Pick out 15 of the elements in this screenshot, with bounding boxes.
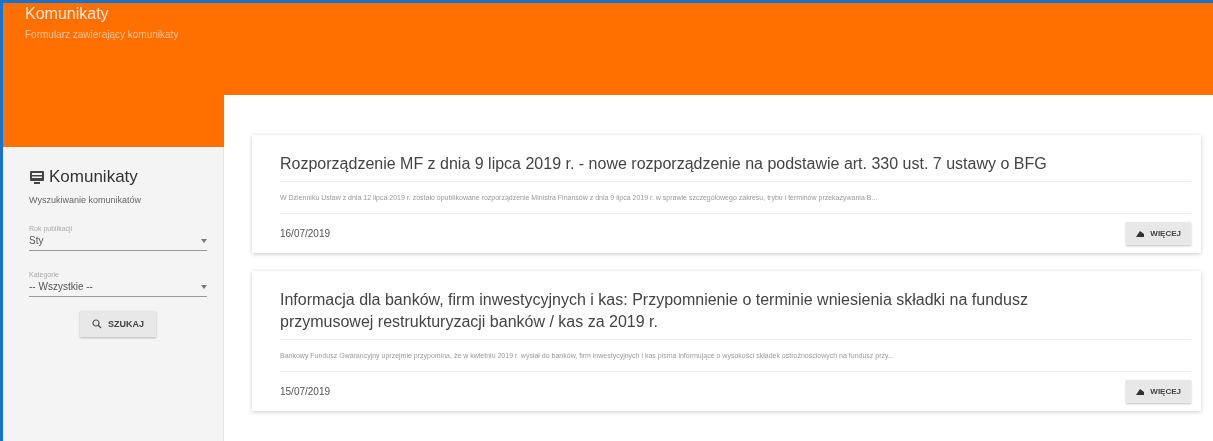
news-date: 16/07/2019 bbox=[280, 228, 331, 239]
news-title[interactable]: Informacja dla banków, firm inwestycyjnych i kas: Przypomnienie o terminie wniesienia składki na fundusz przymusowej restrukturyzacji banków / kas za 2019 r. bbox=[280, 289, 1191, 340]
page-subtitle: Formularz zawierający komunikaty bbox=[25, 29, 180, 40]
dropdown-caret-icon bbox=[201, 238, 207, 243]
dropdown-caret-icon bbox=[201, 284, 207, 289]
sidebar-title: Komunikaty bbox=[49, 167, 138, 187]
sidebar-subtitle: Wyszukiwanie komunikatów bbox=[29, 195, 142, 205]
news-title[interactable]: Rozporządzenie MF z dnia 9 lipca 2019 r. - nowe rozporządzenie na podstawie art. 330 ust. 7 ustawy o BFG bbox=[280, 153, 1191, 182]
search-button[interactable]: SZUKAJ bbox=[80, 311, 156, 337]
more-button[interactable]: WIĘCEJ bbox=[1126, 222, 1191, 245]
search-icon bbox=[92, 319, 102, 329]
news-date: 15/07/2019 bbox=[280, 386, 331, 397]
monitor-icon bbox=[29, 170, 45, 184]
page-title: Komunikaty bbox=[25, 5, 110, 23]
more-button[interactable]: WIĘCEJ bbox=[1126, 380, 1191, 403]
